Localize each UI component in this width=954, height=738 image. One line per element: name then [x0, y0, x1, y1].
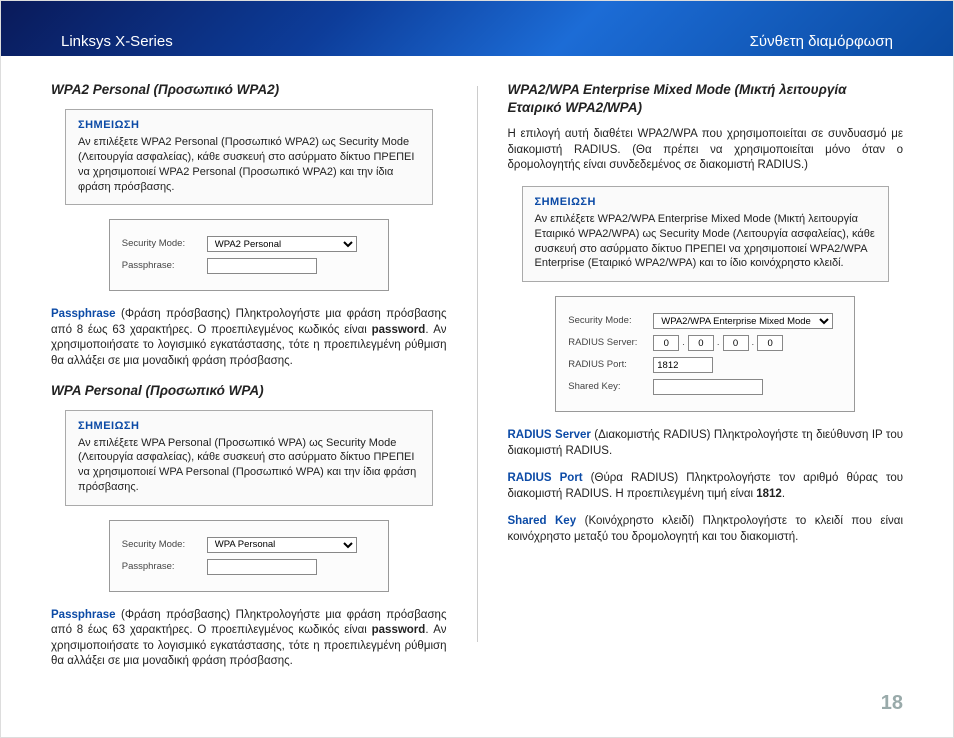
para-shared-key: Shared Key (Κοινόχρηστο κλειδί) Πληκτρολ…	[508, 514, 904, 545]
label-radius-port: RADIUS Port:	[568, 359, 653, 372]
input-ip-4[interactable]	[757, 335, 783, 351]
header-left: Linksys X-Series	[61, 33, 173, 50]
input-passphrase[interactable]	[207, 258, 317, 274]
label-passphrase: Passphrase:	[122, 260, 207, 273]
term-passphrase: Passphrase	[51, 609, 116, 621]
panel-wpa-personal: Security Mode: WPA Personal Passphrase:	[109, 520, 389, 592]
header-right: Σύνθετη διαμόρφωση	[750, 33, 893, 50]
note-text: Αν επιλέξετε WPA Personal (Προσωπικό WPA…	[78, 436, 420, 495]
note-title: ΣΗΜΕΙΩΣΗ	[535, 195, 877, 210]
panel-wpa2-personal: Security Mode: WPA2 Personal Passphrase:	[109, 219, 389, 291]
term-passphrase: Passphrase	[51, 308, 116, 320]
note-text: Αν επιλέξετε WPA2/WPA Enterprise Mixed M…	[535, 212, 877, 271]
select-security-mode[interactable]: WPA2 Personal	[207, 236, 357, 252]
note-title: ΣΗΜΕΙΩΣΗ	[78, 118, 420, 133]
page-body: WPA2 Personal (Προσωπικό WPA2) ΣΗΜΕΙΩΣΗ …	[1, 56, 953, 682]
term-shared-key: Shared Key	[508, 515, 577, 527]
input-radius-port[interactable]	[653, 357, 713, 373]
left-column: WPA2 Personal (Προσωπικό WPA2) ΣΗΜΕΙΩΣΗ …	[51, 81, 447, 682]
input-passphrase[interactable]	[207, 559, 317, 575]
input-ip-3[interactable]	[723, 335, 749, 351]
para-passphrase-wpa: Passphrase (Φράση πρόσβασης) Πληκτρολογή…	[51, 608, 447, 670]
para-radius-port: RADIUS Port (Θύρα RADIUS) Πληκτρολογήστε…	[508, 471, 904, 502]
page: Linksys X-Series Σύνθετη διαμόρφωση WPA2…	[0, 0, 954, 738]
term-radius-server: RADIUS Server	[508, 429, 591, 441]
note-enterprise: ΣΗΜΕΙΩΣΗ Αν επιλέξετε WPA2/WPA Enterpris…	[522, 186, 890, 282]
note-wpa-personal: ΣΗΜΕΙΩΣΗ Αν επιλέξετε WPA Personal (Προσ…	[65, 410, 433, 506]
input-shared-key[interactable]	[653, 379, 763, 395]
select-security-mode[interactable]: WPA Personal	[207, 537, 357, 553]
note-text: Αν επιλέξετε WPA2 Personal (Προσωπικό WP…	[78, 135, 420, 194]
label-security-mode: Security Mode:	[122, 238, 207, 251]
input-ip-2[interactable]	[688, 335, 714, 351]
label-shared-key: Shared Key:	[568, 381, 653, 394]
label-security-mode: Security Mode:	[122, 539, 207, 552]
label-passphrase: Passphrase:	[122, 561, 207, 574]
note-wpa2-personal: ΣΗΜΕΙΩΣΗ Αν επιλέξετε WPA2 Personal (Προ…	[65, 109, 433, 205]
para-intro-enterprise: Η επιλογή αυτή διαθέτει WPA2/WPA που χρη…	[508, 127, 904, 174]
page-header: Linksys X-Series Σύνθετη διαμόρφωση	[1, 1, 953, 56]
input-ip-1[interactable]	[653, 335, 679, 351]
para-passphrase-wpa2: Passphrase (Φράση πρόσβασης) Πληκτρολογή…	[51, 307, 447, 369]
panel-enterprise: Security Mode: WPA2/WPA Enterprise Mixed…	[555, 296, 855, 412]
term-radius-port: RADIUS Port	[508, 472, 583, 484]
select-security-mode[interactable]: WPA2/WPA Enterprise Mixed Mode	[653, 313, 833, 329]
heading-wpa2-personal: WPA2 Personal (Προσωπικό WPA2)	[51, 81, 447, 99]
right-column: WPA2/WPA Enterprise Mixed Mode (Μικτή λε…	[508, 81, 904, 682]
label-radius-server: RADIUS Server:	[568, 337, 653, 350]
page-number: 18	[881, 692, 903, 715]
label-security-mode: Security Mode:	[568, 315, 653, 328]
note-title: ΣΗΜΕΙΩΣΗ	[78, 419, 420, 434]
para-radius-server: RADIUS Server (Διακομιστής RADIUS) Πληκτ…	[508, 428, 904, 459]
heading-wpa-personal: WPA Personal (Προσωπικό WPA)	[51, 382, 447, 400]
column-divider	[477, 86, 478, 642]
heading-wpa2-wpa-enterprise: WPA2/WPA Enterprise Mixed Mode (Μικτή λε…	[508, 81, 904, 117]
